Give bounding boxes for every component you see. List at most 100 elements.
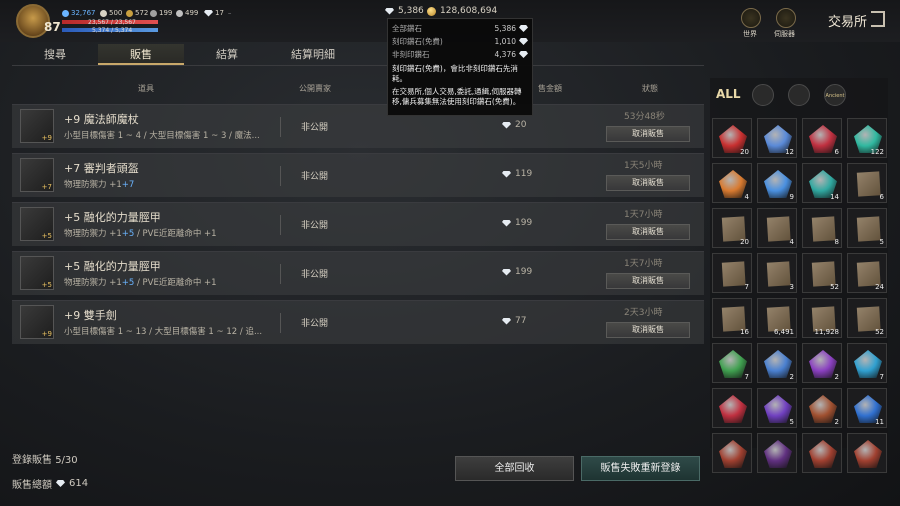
inventory-slot[interactable]: 3 [757,253,797,293]
item-count: 7 [879,373,884,381]
stat-6: 17– [204,9,231,17]
stat-4: 199 [150,9,172,17]
purple-gem-icon [809,350,837,378]
col-public: 公開賣家 [299,84,331,93]
inventory-slot[interactable]: 14 [802,163,842,203]
bag-icon[interactable] [788,84,810,106]
inventory-slot[interactable]: 4 [757,208,797,248]
helmet-icon[interactable] [752,84,774,106]
inventory-slot[interactable]: 7 [847,343,887,383]
inventory-slot[interactable]: 122 [847,118,887,158]
inventory-panel: ALL Ancient 20 12 6 122 4 9 14 6 20 4 8 5 7 3 52 24 16 6,… [710,78,888,473]
tab-settle-detail[interactable]: 結算明細 [270,44,356,65]
item-count: 3 [789,283,794,291]
reregister-failed-button[interactable]: 販售失敗重新登錄 [581,456,700,481]
divider [280,264,281,284]
red-item-icon [854,440,882,468]
cancel-sale-button[interactable]: 取消販售 [606,224,690,240]
player-level: 87 [44,20,61,34]
divider [280,215,281,235]
item-count: 14 [830,193,839,201]
diamond-icon [502,317,511,325]
table-row[interactable]: +5 +5 融化的力量脛甲 物理防禦力 +1+5 / PVE近距離命中 +1 非… [12,251,704,295]
table-row[interactable]: +9 +9 雙手劍 小型目標傷害 1 ~ 13 / 大型目標傷害 1 ~ 12 … [12,300,704,344]
table-row[interactable]: +9 +9 魔法師魔杖 小型目標傷害 1 ~ 4 / 大型目標傷害 1 ~ 3 … [12,104,704,148]
diamond-icon [502,268,511,276]
inventory-slot[interactable] [757,433,797,473]
inventory-slot[interactable]: 11,928 [802,298,842,338]
red-item-icon [809,440,837,468]
inventory-slot[interactable]: 7 [712,253,752,293]
inventory-slot[interactable]: 4 [712,163,752,203]
inventory-slot[interactable]: 2 [757,343,797,383]
cancel-sale-button[interactable]: 取消販售 [606,322,690,338]
exit-icon[interactable] [871,11,885,27]
public-status: 非公開 [301,123,329,133]
inventory-slot[interactable]: 2 [802,388,842,428]
table-row[interactable]: +7 +7 審判者頭盔 物理防禦力 +1+7 非公開 119 1天5小時 取消販… [12,153,704,197]
orange-orb-icon [719,170,747,198]
scroll-icon [766,261,791,287]
table-row[interactable]: +5 +5 融化的力量脛甲 物理防禦力 +1+5 / PVE近距離命中 +1 非… [12,202,704,246]
inventory-slot[interactable]: 20 [712,208,752,248]
cancel-sale-button[interactable]: 取消販售 [606,175,690,191]
item-count: 52 [830,283,839,291]
inventory-grid: 20 12 6 122 4 9 14 6 20 4 8 5 7 3 52 24 16 6,491 11,928 52 7… [712,118,887,473]
diamond-balance[interactable]: 5,386 [385,6,424,16]
inventory-slot[interactable]: 9 [757,163,797,203]
item-count: 6,491 [773,328,794,336]
inventory-slot[interactable] [802,433,842,473]
ancient-icon[interactable]: Ancient [824,84,846,106]
server-icon[interactable] [776,8,796,28]
gold-icon [126,9,133,17]
inventory-slot[interactable] [712,433,752,473]
cancel-sale-button[interactable]: 取消販售 [606,126,690,142]
inventory-slot[interactable]: 6 [847,163,887,203]
item-count: 24 [875,283,884,291]
tab-sell[interactable]: 販售 [98,44,184,65]
inventory-slot[interactable]: 12 [757,118,797,158]
inventory-slot[interactable] [847,433,887,473]
remaining-time: 53分48秒 [624,112,665,122]
inventory-slot[interactable] [712,388,752,428]
item-desc: 物理防禦力 +1+5 / PVE近距離命中 +1 [64,278,217,288]
scroll-icon [856,216,881,242]
purple-item-icon [764,440,792,468]
inventory-slot[interactable]: 6 [802,118,842,158]
tab-settle[interactable]: 結算 [184,44,270,65]
col-item: 道具 [138,84,154,93]
divider [280,166,281,186]
inventory-slot[interactable]: 20 [712,118,752,158]
world-icon[interactable] [741,8,761,28]
price: 199 [502,218,532,228]
inventory-slot[interactable]: 11 [847,388,887,428]
item-count: 8 [834,238,839,246]
sale-total: 販售總額 614 [12,478,89,491]
inventory-slot[interactable]: 52 [847,298,887,338]
inventory-slot[interactable]: 24 [847,253,887,293]
item-count: 7 [744,283,749,291]
inventory-slot[interactable]: 5 [757,388,797,428]
target-icon [150,9,157,17]
filter-all[interactable]: ALL [716,84,741,106]
registration-count: 登錄販售 5/30 [12,455,78,466]
item-count: 2 [789,373,794,381]
tooltip-row: 全部鑽石 5,386 [392,22,528,35]
inventory-slot[interactable]: 6,491 [757,298,797,338]
item-count: 5 [879,238,884,246]
public-status: 非公開 [301,172,329,182]
diamond-icon [56,480,65,487]
cancel-sale-button[interactable]: 取消販售 [606,273,690,289]
recall-all-button[interactable]: 全部回收 [455,456,574,481]
filter-bar: ALL Ancient [716,84,846,106]
inventory-slot[interactable]: 5 [847,208,887,248]
inventory-slot[interactable]: 2 [802,343,842,383]
tab-search[interactable]: 搜尋 [12,44,98,65]
inventory-slot[interactable]: 52 [802,253,842,293]
item-count: 11,928 [814,328,840,336]
item-count: 4 [744,193,749,201]
inventory-slot[interactable]: 7 [712,343,752,383]
inventory-slot[interactable]: 8 [802,208,842,248]
inventory-slot[interactable]: 16 [712,298,752,338]
sword-icon: +9 [20,305,54,339]
